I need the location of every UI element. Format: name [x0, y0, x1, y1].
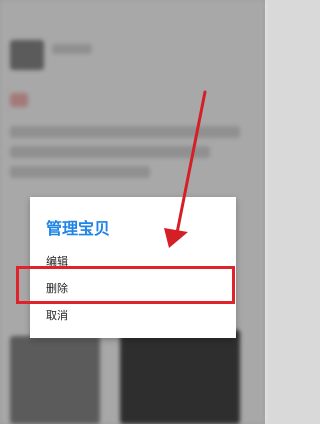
- dialog-title: 管理宝贝: [46, 219, 111, 238]
- highlight-box: [16, 266, 235, 304]
- menu-item-cancel[interactable]: 取消: [46, 307, 68, 323]
